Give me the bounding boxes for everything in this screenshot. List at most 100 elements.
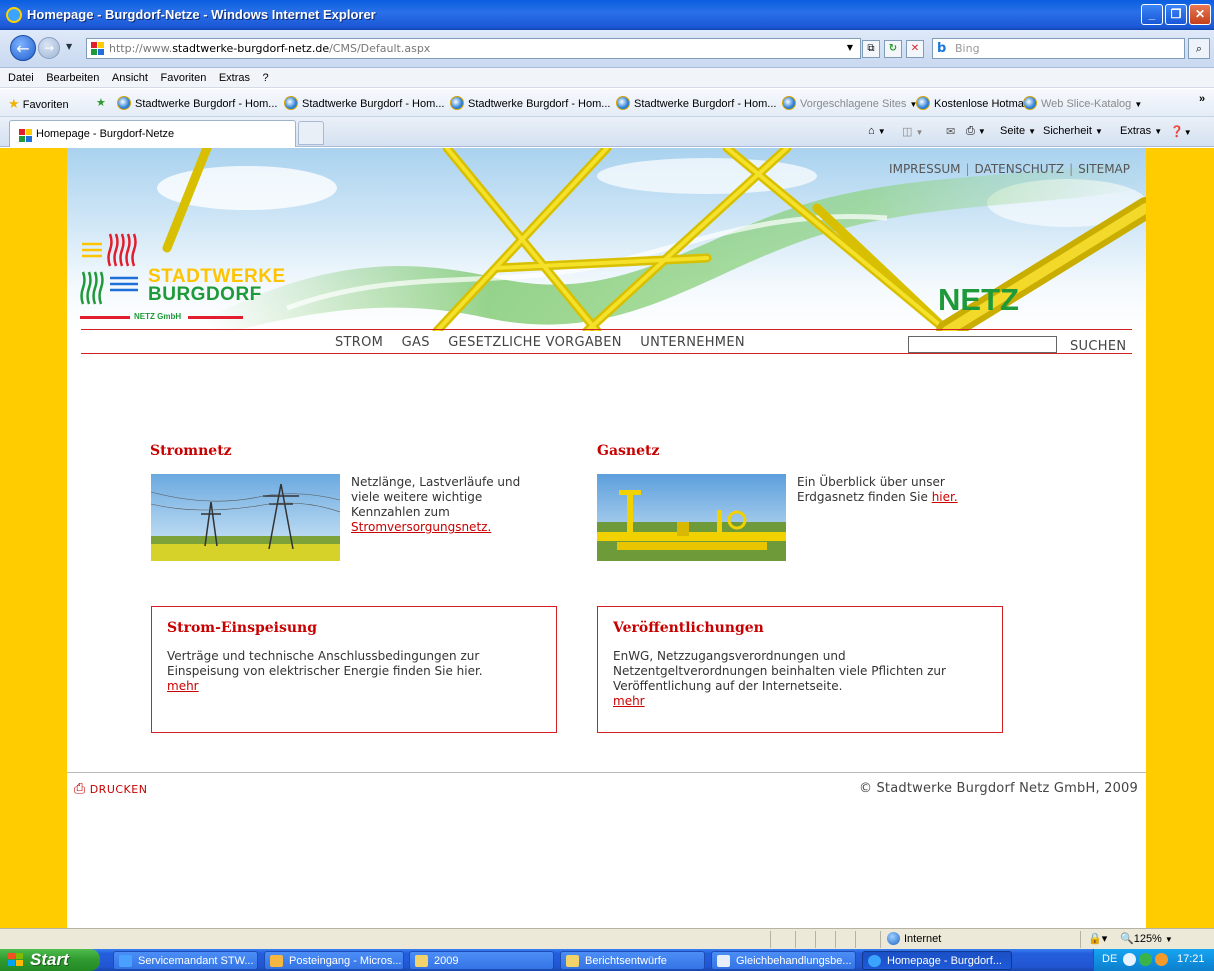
power-lines-image — [151, 474, 340, 561]
gasnetz-heading: Gasnetz — [597, 443, 660, 459]
address-dropdown-icon[interactable]: ▼ — [842, 40, 858, 58]
page-menu[interactable]: Seite ▼ — [1000, 125, 1036, 137]
favorite-link-label: Stadtwerke Burgdorf - Hom... — [135, 98, 278, 110]
favorite-link-label: Web Slice-Katalog — [1041, 98, 1132, 110]
site-search-input[interactable] — [908, 336, 1057, 353]
site-header: IMPRESSUM | DATENSCHUTZ | SITEMAP STADTWERKE… — [67, 148, 1146, 331]
datenschutz-link[interactable]: DATENSCHUTZ — [975, 162, 1065, 176]
suggested-sites-link[interactable]: Vorgeschlagene Sites ▼ — [782, 96, 917, 110]
document-icon — [717, 955, 730, 967]
favorites-button[interactable]: ★ Favoriten — [8, 96, 69, 112]
stop-icon[interactable]: ✕ — [906, 40, 924, 58]
zone-label: Internet — [904, 933, 942, 945]
page-content: IMPRESSUM | DATENSCHUTZ | SITEMAP STADTWERKE… — [67, 148, 1146, 928]
close-button[interactable]: ✕ — [1189, 4, 1211, 25]
favorite-link-1[interactable]: Stadtwerke Burgdorf - Hom... — [117, 96, 277, 110]
menu-bearbeiten[interactable]: Bearbeiten — [46, 68, 99, 88]
page-background-left — [0, 148, 67, 928]
print-button[interactable]: ⎙ DRUCKEN — [74, 781, 147, 797]
nav-strom[interactable]: STROM — [335, 335, 383, 350]
add-favorite-icon[interactable]: ★ — [96, 96, 106, 109]
hotmail-link[interactable]: Kostenlose Hotmail — [916, 96, 1029, 110]
feeds-icon[interactable]: ◫ ▼ — [902, 125, 923, 138]
more-chevron-icon[interactable]: » — [1199, 93, 1205, 105]
outlook-icon — [270, 955, 283, 967]
gasnetz-description: Ein Überblick über unser Erdgasnetz find… — [797, 475, 945, 504]
safety-menu[interactable]: Sicherheit ▼ — [1043, 125, 1103, 137]
zoom-control[interactable]: 🔍125% ▼ — [1120, 932, 1173, 945]
language-indicator[interactable]: DE — [1102, 953, 1117, 965]
search-submit-button[interactable]: SUCHEN — [1070, 339, 1126, 354]
printer-icon: ⎙ — [74, 781, 86, 797]
tray-app-icon[interactable] — [1139, 953, 1152, 966]
search-input[interactable]: b Bing — [932, 38, 1185, 59]
home-icon[interactable]: ⌂ ▼ — [868, 125, 886, 137]
taskbar-item-ie[interactable]: Homepage - Burgdorf... — [862, 951, 1012, 970]
minimize-button[interactable]: _ — [1141, 4, 1163, 25]
gasnetz-hier-link[interactable]: hier. — [932, 490, 958, 504]
menu-extras[interactable]: Extras — [219, 68, 250, 88]
menu-help[interactable]: ? — [263, 68, 269, 88]
favorite-link-4[interactable]: Stadtwerke Burgdorf - Hom... — [616, 96, 776, 110]
taskbar-item-folder-2009[interactable]: 2009 — [409, 951, 554, 970]
menu-favoriten[interactable]: Favoriten — [160, 68, 206, 88]
url-domain: stadtwerke-burgdorf-netz.de — [172, 42, 330, 55]
url-path: /CMS/Default.aspx — [329, 42, 431, 55]
status-segment — [770, 931, 771, 948]
separator: | — [965, 162, 970, 176]
star-icon: ★ — [8, 96, 20, 111]
safety-menu-label: Sicherheit — [1043, 125, 1092, 137]
tab-homepage[interactable]: Homepage - Burgdorf-Netze — [9, 120, 296, 147]
stadtwerke-logo[interactable]: STADTWERKE BURGDORF NETZ GmbH — [80, 230, 285, 325]
tray-arrow-icon[interactable] — [1123, 953, 1136, 966]
stromversorgungsnetz-link[interactable]: Stromversorgungsnetz. — [351, 520, 491, 534]
start-label: Start — [30, 950, 69, 969]
tray-shield-icon[interactable] — [1155, 953, 1168, 966]
logo-waves-icon — [80, 233, 138, 305]
taskbar-item-servicemandant[interactable]: Servicemandant STW... — [113, 951, 258, 970]
impressum-link[interactable]: IMPRESSUM — [889, 162, 960, 176]
taskbar-item-gleichbehandlung[interactable]: Gleichbehandlungsbe... — [711, 951, 856, 970]
taskbar-item-label: 2009 — [434, 955, 459, 967]
web-slice-link[interactable]: Web Slice-Katalog ▼ — [1023, 96, 1142, 110]
menu-bar: Datei Bearbeiten Ansicht Favoriten Extra… — [0, 68, 1214, 88]
strom-einspeisung-box: Strom-Einspeisung Verträge und technisch… — [151, 606, 557, 733]
nav-gesetzliche-vorgaben[interactable]: GESETZLICHE VORGABEN — [448, 335, 622, 350]
tools-menu[interactable]: Extras ▼ — [1120, 125, 1162, 137]
veroeffentlichungen-mehr-link[interactable]: mehr — [613, 694, 645, 708]
favorite-link-2[interactable]: Stadtwerke Burgdorf - Hom... — [284, 96, 444, 110]
print-icon[interactable]: ⎙ ▼ — [966, 125, 986, 138]
tab-row: Homepage - Burgdorf-Netze ⌂ ▼ ◫ ▼ ✉ ⎙ ▼ … — [0, 117, 1214, 147]
refresh-icon[interactable]: ↻ — [884, 40, 902, 58]
new-tab-button[interactable] — [298, 121, 324, 145]
menu-ansicht[interactable]: Ansicht — [112, 68, 148, 88]
nav-gas[interactable]: GAS — [402, 335, 430, 350]
maximize-button[interactable]: ❐ — [1165, 4, 1187, 25]
menu-datei[interactable]: Datei — [8, 68, 34, 88]
start-button[interactable]: Start — [0, 949, 100, 971]
back-button[interactable]: ← — [10, 35, 36, 61]
address-field[interactable]: http://www.stadtwerke-burgdorf-netz.de/C… — [86, 38, 861, 59]
favorite-link-3[interactable]: Stadtwerke Burgdorf - Hom... — [450, 96, 610, 110]
strom-einspeisung-text: Verträge und technische Anschlussbedingu… — [167, 649, 483, 678]
mail-icon[interactable]: ✉ — [946, 125, 955, 138]
taskbar-item-berichtsentwuerfe[interactable]: Berichtsentwürfe — [560, 951, 705, 970]
chevron-down-icon: ▼ — [1028, 127, 1037, 136]
search-placeholder: Bing — [955, 42, 980, 55]
forward-button[interactable]: → — [38, 37, 60, 59]
taskbar-item-outlook[interactable]: Posteingang - Micros... — [264, 951, 404, 970]
search-button[interactable]: ⌕ — [1188, 38, 1210, 59]
protected-mode-icon[interactable]: 🔒▾ — [1088, 932, 1107, 945]
security-zone[interactable]: Internet — [887, 932, 941, 945]
chevron-down-icon: ▼ — [1183, 128, 1192, 137]
windows-logo-icon — [8, 953, 23, 966]
sitemap-link[interactable]: SITEMAP — [1078, 162, 1130, 176]
ie-page-icon — [1023, 96, 1037, 110]
window-titlebar[interactable]: Homepage - Burgdorf-Netze - Windows Inte… — [0, 0, 1214, 30]
compatibility-view-icon[interactable]: ⧉ — [862, 40, 880, 58]
taskbar-item-label: Homepage - Burgdorf... — [887, 955, 1002, 967]
strom-einspeisung-mehr-link[interactable]: mehr — [167, 679, 199, 693]
nav-unternehmen[interactable]: UNTERNEHMEN — [640, 335, 745, 350]
history-dropdown-icon[interactable]: ▼ — [66, 42, 72, 51]
help-icon[interactable]: ❓▼ — [1170, 125, 1192, 138]
